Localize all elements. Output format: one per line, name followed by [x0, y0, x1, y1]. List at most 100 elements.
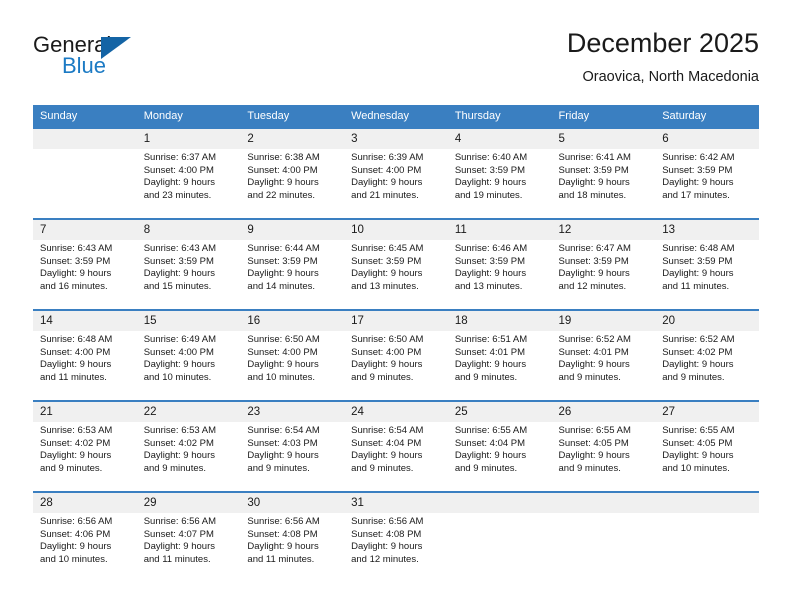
day-detail-cell[interactable]: Sunrise: 6:55 AM Sunset: 4:05 PM Daylight:… [551, 422, 656, 491]
day-number-row: 14 15 16 17 18 19 20 [33, 311, 759, 331]
daylight-text-line1: Daylight: 9 hours [143, 450, 215, 462]
day-detail-cell[interactable]: Sunrise: 6:56 AM Sunset: 4:08 PM Daylight:… [344, 513, 448, 582]
day-number-cell[interactable]: 26 [551, 402, 656, 422]
sunrise-text: Sunrise: 6:55 AM [558, 425, 631, 436]
day-number-cell[interactable]: 30 [240, 493, 345, 513]
day-number-cell[interactable]: 4 [447, 129, 552, 149]
daylight-text-line2: and 12 minutes. [351, 553, 419, 565]
day-number-cell[interactable]: 16 [240, 311, 345, 331]
day-number-cell[interactable]: 12 [551, 220, 656, 240]
day-number-cell[interactable]: 10 [344, 220, 448, 240]
day-number-cell-empty [33, 129, 137, 149]
day-detail-cell[interactable]: Sunrise: 6:47 AM Sunset: 3:59 PM Daylight:… [551, 240, 656, 309]
day-detail-cell[interactable]: Sunrise: 6:43 AM Sunset: 3:59 PM Daylight:… [136, 240, 241, 309]
day-detail-cell[interactable]: Sunrise: 6:37 AM Sunset: 4:00 PM Daylight:… [136, 149, 241, 218]
sunrise-text: Sunrise: 6:46 AM [454, 243, 528, 254]
day-detail-cell[interactable]: Sunrise: 6:40 AM Sunset: 3:59 PM Daylight:… [447, 149, 552, 218]
day-detail-cell[interactable]: Sunrise: 6:45 AM Sunset: 3:59 PM Daylight:… [344, 240, 448, 309]
day-detail-cell-empty [33, 149, 137, 218]
day-number-cell[interactable]: 18 [447, 311, 552, 331]
sunset-text: Sunset: 3:59 PM [247, 255, 318, 267]
sunset-text: Sunset: 4:00 PM [143, 164, 214, 176]
day-number-cell[interactable]: 13 [655, 220, 759, 240]
daylight-text-line2: and 21 minutes. [351, 189, 419, 201]
day-detail-cell[interactable]: Sunrise: 6:42 AM Sunset: 3:59 PM Daylight:… [655, 149, 759, 218]
day-detail-cell[interactable]: Sunrise: 6:39 AM Sunset: 4:00 PM Daylight:… [344, 149, 448, 218]
day-number-cell[interactable]: 2 [240, 129, 345, 149]
day-number-cell[interactable]: 29 [136, 493, 241, 513]
day-number-cell[interactable]: 20 [655, 311, 759, 331]
day-number-cell[interactable]: 1 [136, 129, 241, 149]
day-detail-cell[interactable]: Sunrise: 6:50 AM Sunset: 4:00 PM Daylight:… [344, 331, 448, 400]
sunrise-text: Sunrise: 6:40 AM [454, 152, 528, 163]
day-detail-cell[interactable]: Sunrise: 6:38 AM Sunset: 4:00 PM Daylight:… [240, 149, 345, 218]
day-number-cell[interactable]: 25 [447, 402, 552, 422]
day-detail-cell[interactable]: Sunrise: 6:56 AM Sunset: 4:08 PM Daylight:… [240, 513, 345, 582]
sunrise-text: Sunrise: 6:54 AM [351, 425, 424, 436]
day-number-cell[interactable]: 3 [344, 129, 448, 149]
day-detail-cell[interactable]: Sunrise: 6:53 AM Sunset: 4:02 PM Daylight:… [136, 422, 241, 491]
day-number-cell[interactable]: 9 [240, 220, 345, 240]
day-number-cell[interactable]: 5 [551, 129, 656, 149]
day-detail-cell[interactable]: Sunrise: 6:51 AM Sunset: 4:01 PM Daylight:… [447, 331, 552, 400]
day-detail-cell[interactable]: Sunrise: 6:54 AM Sunset: 4:03 PM Daylight:… [240, 422, 345, 491]
day-number-cell[interactable]: 15 [136, 311, 241, 331]
day-number-row: 123456 [33, 129, 759, 149]
sunset-text: Sunset: 3:59 PM [662, 255, 733, 267]
day-number-cell[interactable]: 24 [344, 402, 448, 422]
day-detail-cell[interactable]: Sunrise: 6:55 AM Sunset: 4:04 PM Daylight:… [447, 422, 552, 491]
day-number-cell[interactable]: 11 [447, 220, 552, 240]
day-detail-cell[interactable]: Sunrise: 6:52 AM Sunset: 4:02 PM Daylight:… [655, 331, 759, 400]
day-detail-cell[interactable]: Sunrise: 6:56 AM Sunset: 4:07 PM Daylight:… [136, 513, 241, 582]
day-detail-cell[interactable]: Sunrise: 6:41 AM Sunset: 3:59 PM Daylight:… [551, 149, 656, 218]
day-number-cell[interactable]: 23 [240, 402, 345, 422]
day-number-cell[interactable]: 31 [344, 493, 448, 513]
daylight-text-line1: Daylight: 9 hours [351, 541, 423, 553]
daylight-text-line2: and 19 minutes. [454, 189, 523, 201]
day-detail-cell[interactable]: Sunrise: 6:49 AM Sunset: 4:00 PM Daylight:… [136, 331, 241, 400]
day-detail-cell[interactable]: Sunrise: 6:46 AM Sunset: 3:59 PM Daylight:… [447, 240, 552, 309]
day-number-row: 7 8 9 10 11 12 13 [33, 220, 759, 240]
day-detail-cell[interactable]: Sunrise: 6:50 AM Sunset: 4:00 PM Daylight:… [240, 331, 345, 400]
sunrise-text: Sunrise: 6:50 AM [247, 334, 320, 345]
day-detail-cell[interactable]: Sunrise: 6:44 AM Sunset: 3:59 PM Daylight:… [240, 240, 345, 309]
sunrise-text: Sunrise: 6:39 AM [351, 152, 424, 163]
day-detail-cell[interactable]: Sunrise: 6:48 AM Sunset: 3:59 PM Daylight:… [655, 240, 759, 309]
sunrise-text: Sunrise: 6:43 AM [40, 243, 113, 254]
day-number-cell[interactable]: 27 [655, 402, 759, 422]
daylight-text-line2: and 17 minutes. [662, 189, 730, 201]
day-number-cell[interactable]: 6 [655, 129, 759, 149]
sunrise-text: Sunrise: 6:38 AM [247, 152, 320, 163]
day-detail-cell[interactable]: Sunrise: 6:55 AM Sunset: 4:05 PM Daylight:… [655, 422, 759, 491]
sunrise-text: Sunrise: 6:43 AM [143, 243, 217, 254]
day-number-cell[interactable]: 17 [344, 311, 448, 331]
day-number-cell[interactable]: 19 [551, 311, 656, 331]
day-number-cell[interactable]: 8 [136, 220, 241, 240]
day-number-cell[interactable]: 14 [33, 311, 137, 331]
sunset-text: Sunset: 4:08 PM [351, 528, 422, 540]
day-detail-cell[interactable]: Sunrise: 6:54 AM Sunset: 4:04 PM Daylight:… [344, 422, 448, 491]
day-number-cell[interactable]: 21 [33, 402, 137, 422]
day-detail-cell-empty [447, 513, 552, 582]
day-detail-cell-empty [551, 513, 656, 582]
daylight-text-line1: Daylight: 9 hours [247, 359, 319, 371]
day-number-row: 21 22 23 24 25 26 27 [33, 402, 759, 422]
daylight-text-line1: Daylight: 9 hours [351, 268, 423, 280]
day-detail-cell[interactable]: Sunrise: 6:56 AM Sunset: 4:06 PM Daylight:… [33, 513, 137, 582]
day-detail-cell[interactable]: Sunrise: 6:52 AM Sunset: 4:01 PM Daylight:… [551, 331, 656, 400]
sunrise-text: Sunrise: 6:52 AM [662, 334, 735, 345]
day-detail-cell-empty [655, 513, 759, 582]
sunset-text: Sunset: 4:02 PM [143, 437, 214, 449]
day-detail-cell[interactable]: Sunrise: 6:53 AM Sunset: 4:02 PM Daylight:… [33, 422, 137, 491]
sunset-text: Sunset: 4:00 PM [40, 346, 111, 358]
daylight-text-line1: Daylight: 9 hours [454, 359, 527, 371]
sunrise-text: Sunrise: 6:55 AM [454, 425, 528, 436]
sunset-text: Sunset: 3:59 PM [454, 164, 526, 176]
day-detail-cell[interactable]: Sunrise: 6:48 AM Sunset: 4:00 PM Daylight:… [33, 331, 137, 400]
day-number-cell[interactable]: 28 [33, 493, 137, 513]
day-detail-cell[interactable]: Sunrise: 6:43 AM Sunset: 3:59 PM Daylight:… [33, 240, 137, 309]
sunrise-text: Sunrise: 6:48 AM [40, 334, 113, 345]
daylight-text-line2: and 9 minutes. [40, 462, 103, 474]
day-number-cell[interactable]: 22 [136, 402, 241, 422]
day-number-cell[interactable]: 7 [33, 220, 137, 240]
